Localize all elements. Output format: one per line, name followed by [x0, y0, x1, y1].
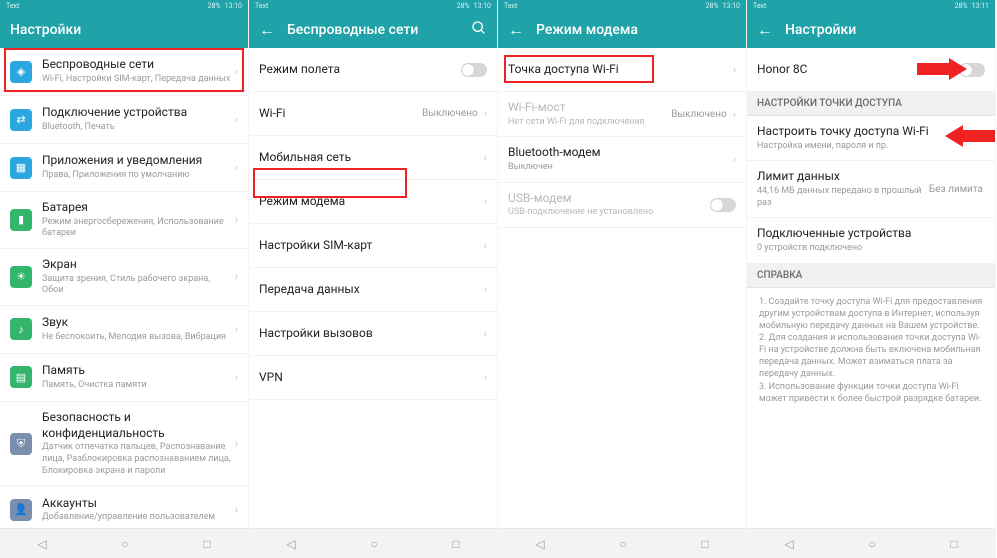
- row-battery[interactable]: ▮ БатареяРежим энергосбережения, Использ…: [0, 192, 248, 249]
- chevron-right-icon: ›: [480, 195, 487, 208]
- statusbar: Text 28%13:10: [249, 0, 497, 12]
- row-connected-devices[interactable]: Подключенные устройства0 устройств подкл…: [747, 218, 995, 263]
- row-tethering[interactable]: Режим модема ›: [249, 180, 497, 224]
- navbar: ◁ ○ □: [747, 528, 995, 558]
- section-help: СПРАВКА: [747, 264, 995, 288]
- row-mobile[interactable]: Мобильная сеть ›: [249, 136, 497, 180]
- memory-icon: ▤: [10, 366, 32, 388]
- statusbar: Text 28%13:10: [0, 0, 248, 12]
- chevron-right-icon: ›: [231, 437, 238, 450]
- airplane-toggle[interactable]: [461, 63, 487, 77]
- nav-home[interactable]: ○: [370, 537, 377, 551]
- appbar: ← Настройки: [747, 12, 995, 48]
- nav-back[interactable]: ◁: [37, 537, 46, 551]
- row-apps[interactable]: ▦ Приложения и уведомленияПрава, Приложе…: [0, 144, 248, 192]
- navbar: ◁ ○ □: [498, 528, 746, 558]
- row-bt-modem[interactable]: Bluetooth-модемВыключен ›: [498, 137, 746, 182]
- row-wifi-bridge: Wi-Fi-мостНет сети Wi-Fi для подключения…: [498, 92, 746, 137]
- row-data-limit[interactable]: Лимит данных44,16 МБ данных передано в п…: [747, 161, 995, 218]
- row-data[interactable]: Передача данных ›: [249, 268, 497, 312]
- chevron-right-icon: ›: [480, 327, 487, 340]
- row-hotspot-toggle[interactable]: Honor 8C: [747, 48, 995, 92]
- page-title: Настройки: [10, 22, 238, 38]
- display-icon: ☀: [10, 266, 32, 288]
- wireless-icon: ◈: [10, 61, 32, 83]
- row-device-connect[interactable]: ⇄ Подключение устройстваBluetooth, Печат…: [0, 96, 248, 144]
- shield-icon: ⛨: [10, 433, 32, 455]
- appbar: ← Беспроводные сети: [249, 12, 497, 48]
- nav-home[interactable]: ○: [121, 537, 128, 551]
- page-title: Настройки: [785, 22, 985, 38]
- navbar: ◁ ○ □: [249, 528, 497, 558]
- sound-icon: ♪: [10, 318, 32, 340]
- panel-settings: Text 28%13:10 Настройки ◈ Беспроводные с…: [0, 0, 249, 558]
- tethering-list: Точка доступа Wi-Fi › Wi-Fi-мостНет сети…: [498, 48, 746, 528]
- row-usb-modem: USB-модемUSB-подключение не установлено: [498, 183, 746, 228]
- row-sound[interactable]: ♪ ЗвукНе беспокоить, Мелодия вызова, Виб…: [0, 306, 248, 354]
- back-icon[interactable]: ←: [508, 22, 524, 38]
- panel-hotspot-settings: Text 28%13:11 ← Настройки Honor 8C НАСТР…: [747, 0, 996, 558]
- account-icon: 👤: [10, 499, 32, 521]
- nav-recent[interactable]: □: [950, 537, 957, 551]
- back-icon[interactable]: ←: [757, 22, 773, 38]
- row-accounts[interactable]: 👤 АккаунтыДобавление/управление пользова…: [0, 486, 248, 528]
- row-airplane[interactable]: Режим полета: [249, 48, 497, 92]
- appbar: Настройки: [0, 12, 248, 48]
- row-memory[interactable]: ▤ ПамятьПамять, Очистка памяти ›: [0, 354, 248, 402]
- statusbar: Text 28%13:10: [498, 0, 746, 12]
- row-vpn[interactable]: VPN ›: [249, 356, 497, 400]
- row-calls[interactable]: Настройки вызовов ›: [249, 312, 497, 356]
- panel-wireless: Text 28%13:10 ← Беспроводные сети Режим …: [249, 0, 498, 558]
- nav-back[interactable]: ◁: [535, 537, 544, 551]
- chevron-right-icon: ›: [231, 213, 238, 226]
- nav-recent[interactable]: □: [701, 537, 708, 551]
- chevron-right-icon: ›: [729, 63, 736, 76]
- row-security[interactable]: ⛨ Безопасность и конфиденциальностьДатчи…: [0, 402, 248, 486]
- chevron-right-icon: ›: [480, 239, 487, 252]
- hotspot-list: Honor 8C НАСТРОЙКИ ТОЧКИ ДОСТУПА Настрои…: [747, 48, 995, 528]
- apps-icon: ▦: [10, 157, 32, 179]
- chevron-right-icon: ›: [231, 503, 238, 516]
- page-title: Беспроводные сети: [287, 22, 459, 38]
- row-wireless[interactable]: ◈ Беспроводные сетиWi-Fi, Настройки SIM-…: [0, 48, 248, 96]
- hotspot-toggle[interactable]: [959, 63, 985, 77]
- chevron-right-icon: ›: [480, 107, 487, 120]
- chevron-right-icon: ›: [231, 270, 238, 283]
- nav-back[interactable]: ◁: [784, 537, 793, 551]
- row-wifi[interactable]: Wi-Fi Выключено ›: [249, 92, 497, 136]
- navbar: ◁ ○ □: [0, 528, 248, 558]
- wireless-list: Режим полета Wi-Fi Выключено › Мобильная…: [249, 48, 497, 528]
- page-title: Режим модема: [536, 22, 736, 38]
- nav-home[interactable]: ○: [868, 537, 875, 551]
- usb-toggle: [710, 198, 736, 212]
- row-configure-hotspot[interactable]: Настроить точку доступа Wi-FiНастройка и…: [747, 116, 995, 161]
- appbar: ← Режим модема: [498, 12, 746, 48]
- chevron-right-icon: ›: [231, 113, 238, 126]
- chevron-right-icon: ›: [729, 108, 736, 121]
- battery-icon: ▮: [10, 209, 32, 231]
- statusbar: Text 28%13:11: [747, 0, 995, 12]
- section-hotspot-settings: НАСТРОЙКИ ТОЧКИ ДОСТУПА: [747, 92, 995, 116]
- device-icon: ⇄: [10, 109, 32, 131]
- chevron-right-icon: ›: [231, 323, 238, 336]
- chevron-right-icon: ›: [480, 283, 487, 296]
- nav-recent[interactable]: □: [203, 537, 210, 551]
- row-sim[interactable]: Настройки SIM-карт ›: [249, 224, 497, 268]
- row-hotspot[interactable]: Точка доступа Wi-Fi ›: [498, 48, 746, 92]
- search-icon[interactable]: [471, 20, 487, 40]
- chevron-right-icon: ›: [231, 65, 238, 78]
- nav-back[interactable]: ◁: [286, 537, 295, 551]
- panel-tethering: Text 28%13:10 ← Режим модема Точка досту…: [498, 0, 747, 558]
- chevron-right-icon: ›: [729, 153, 736, 166]
- chevron-right-icon: ›: [231, 161, 238, 174]
- chevron-right-icon: ›: [480, 371, 487, 384]
- chevron-right-icon: ›: [231, 371, 238, 384]
- chevron-right-icon: ›: [480, 151, 487, 164]
- help-text: 1. Создайте точку доступа Wi-Fi для пред…: [747, 288, 995, 413]
- nav-home[interactable]: ○: [619, 537, 626, 551]
- back-icon[interactable]: ←: [259, 22, 275, 38]
- settings-list: ◈ Беспроводные сетиWi-Fi, Настройки SIM-…: [0, 48, 248, 528]
- nav-recent[interactable]: □: [452, 537, 459, 551]
- row-display[interactable]: ☀ ЭкранЗащита зрения, Стиль рабочего экр…: [0, 249, 248, 306]
